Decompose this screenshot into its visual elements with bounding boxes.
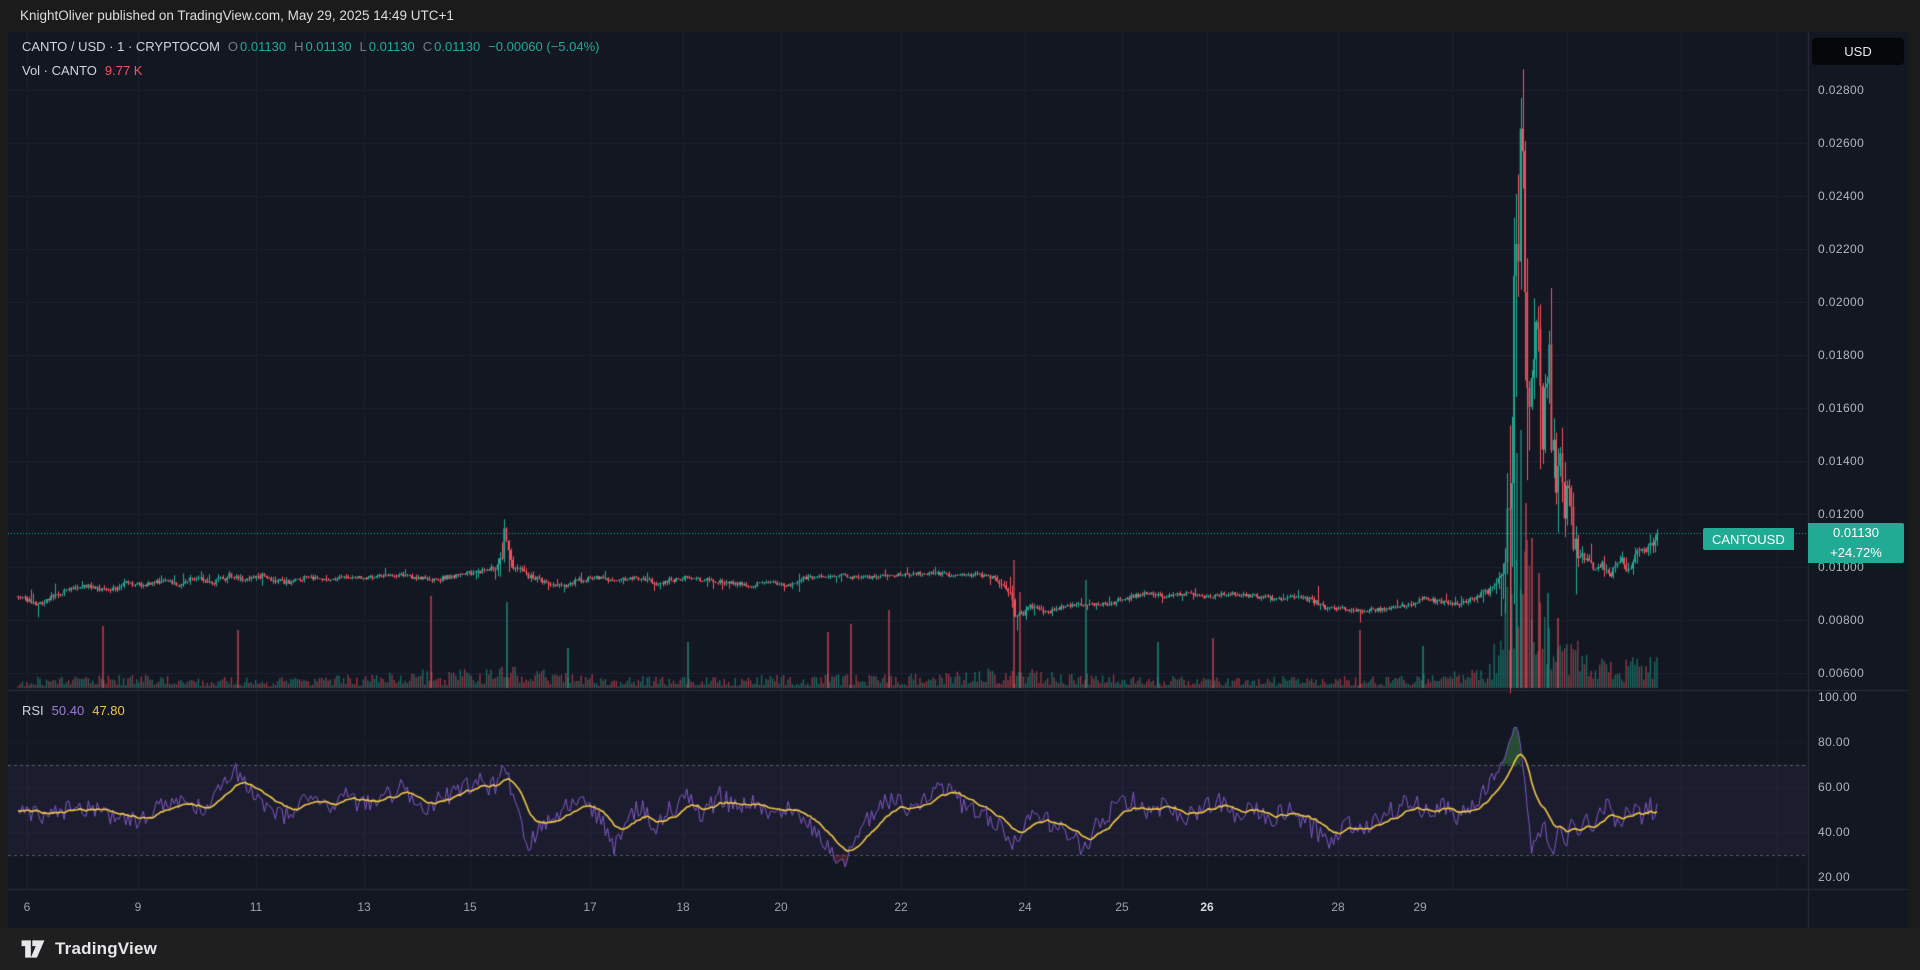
open-label: O <box>227 39 239 54</box>
last-price-label: 0.01130 +24.72% <box>1808 523 1904 563</box>
rsi-tick-label: 20.00 <box>1818 870 1851 884</box>
publish-bar: KnightOliver published on TradingView.co… <box>0 0 1920 32</box>
price-tick-label: 0.02000 <box>1818 295 1865 309</box>
time-tick-label: 26 <box>1200 900 1214 914</box>
low-label: L <box>359 39 367 54</box>
chart-area: CANTO / USD · 1 · CRYPTOCOM O 0.01130 H … <box>8 32 1908 928</box>
symbol-title[interactable]: CANTO / USD · 1 · CRYPTOCOM <box>22 39 220 54</box>
footer-bar: TradingView <box>0 928 1920 970</box>
chart-canvas[interactable] <box>8 32 1908 928</box>
time-tick-label: 11 <box>249 900 263 914</box>
rsi-legend: RSI 50.40 47.80 <box>22 703 125 718</box>
price-tick-label: 0.02200 <box>1818 242 1865 256</box>
rsi-tick-label: 60.00 <box>1818 780 1851 794</box>
time-tick-label: 20 <box>774 900 788 914</box>
low-value: 0.01130 <box>368 39 415 54</box>
rsi-tick-label: 80.00 <box>1818 735 1851 749</box>
time-tick-label: 9 <box>134 900 142 914</box>
price-tick-label: 0.01600 <box>1818 401 1865 415</box>
rsi-tick-label: 100.00 <box>1818 690 1858 704</box>
high-value: 0.01130 <box>305 39 352 54</box>
time-tick-label: 17 <box>583 900 597 914</box>
last-price-value: 0.01130 <box>1832 525 1880 540</box>
time-tick-label: 15 <box>463 900 477 914</box>
time-tick-label: 6 <box>23 900 31 914</box>
rsi-ma-value: 47.80 <box>92 703 125 718</box>
price-tick-label: 0.00600 <box>1818 666 1865 680</box>
price-tick-label: 0.01800 <box>1818 348 1865 362</box>
price-tick-label: 0.01400 <box>1818 454 1865 468</box>
price-tick-label: 0.00800 <box>1818 613 1865 627</box>
footer-brand-text[interactable]: TradingView <box>55 939 157 959</box>
open-value: 0.01130 <box>240 39 287 54</box>
change-value: −0.00060 (−5.04%) <box>488 39 600 54</box>
volume-label[interactable]: Vol · CANTO <box>22 63 97 78</box>
last-price-symbol-tag: CANTOUSD <box>1703 528 1794 550</box>
price-tick-label: 0.01200 <box>1818 507 1865 521</box>
time-tick-label: 22 <box>894 900 908 914</box>
currency-toggle-button[interactable]: USD <box>1812 38 1904 65</box>
last-price-change: +24.72% <box>1830 545 1882 560</box>
close-label: C <box>422 39 433 54</box>
volume-value: 9.77 K <box>104 63 143 78</box>
time-tick-label: 28 <box>1331 900 1345 914</box>
currency-toggle-label: USD <box>1844 44 1872 59</box>
tradingview-published-chart: KnightOliver published on TradingView.co… <box>0 0 1920 970</box>
publish-line: KnightOliver published on TradingView.co… <box>20 8 454 23</box>
rsi-value: 50.40 <box>51 703 85 718</box>
last-price-symbol-text: CANTOUSD <box>1712 531 1785 547</box>
time-tick-label: 25 <box>1115 900 1129 914</box>
time-tick-label: 13 <box>357 900 371 914</box>
price-tick-label: 0.02800 <box>1818 83 1865 97</box>
price-pane-legend: CANTO / USD · 1 · CRYPTOCOM O 0.01130 H … <box>22 39 600 54</box>
time-tick-label: 18 <box>676 900 690 914</box>
volume-legend: Vol · CANTO 9.77 K <box>22 63 142 78</box>
rsi-tick-label: 40.00 <box>1818 825 1851 839</box>
high-label: H <box>294 39 304 54</box>
time-tick-label: 24 <box>1018 900 1032 914</box>
time-tick-label: 29 <box>1413 900 1427 914</box>
price-tick-label: 0.02600 <box>1818 136 1865 150</box>
price-tick-label: 0.02400 <box>1818 189 1865 203</box>
tradingview-logo-icon[interactable] <box>20 939 46 959</box>
close-value: 0.01130 <box>434 39 481 54</box>
rsi-label[interactable]: RSI <box>22 703 44 718</box>
